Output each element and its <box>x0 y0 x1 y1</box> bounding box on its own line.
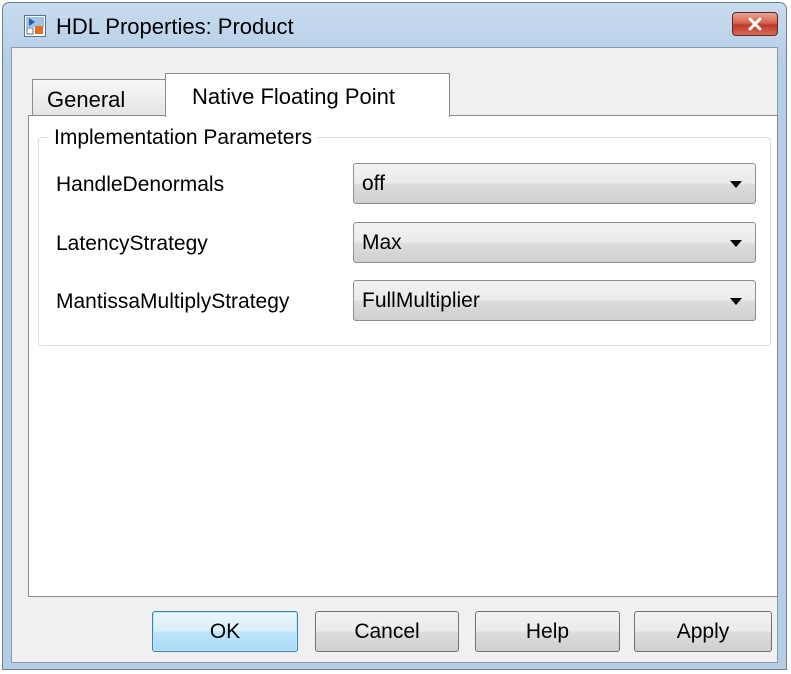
window-title: HDL Properties: Product <box>56 14 294 39</box>
implementation-parameters-group: Implementation Parameters HandleDenormal… <box>38 126 771 346</box>
title-bar[interactable]: HDL Properties: Product <box>3 3 786 47</box>
dialog-window: HDL Properties: Product General Native F… <box>2 2 787 670</box>
tab-native-floating-point[interactable]: Native Floating Point <box>165 73 450 117</box>
handle-denormals-select[interactable]: off <box>353 163 756 204</box>
simulink-block-icon <box>24 15 46 37</box>
tab-general-label: General <box>47 87 126 112</box>
chevron-down-icon <box>730 240 742 247</box>
handle-denormals-label: HandleDenormals <box>56 173 225 196</box>
ok-button[interactable]: OK <box>152 611 298 652</box>
handle-denormals-value: off <box>362 172 385 195</box>
dialog-client-area: General Native Floating Point Implementa… <box>11 47 778 663</box>
close-button[interactable] <box>732 12 778 36</box>
mantissa-multiply-strategy-label: MantissaMultiplyStrategy <box>56 290 290 313</box>
tab-panel: Implementation Parameters HandleDenormal… <box>28 115 778 597</box>
mantissa-multiply-strategy-select[interactable]: FullMultiplier <box>353 280 756 321</box>
group-title: Implementation Parameters <box>49 126 317 150</box>
chevron-down-icon <box>730 298 742 305</box>
help-button[interactable]: Help <box>475 611 620 652</box>
tab-native-floating-point-label: Native Floating Point <box>192 84 395 109</box>
chevron-down-icon <box>730 181 742 188</box>
tab-general[interactable]: General <box>32 79 166 116</box>
latency-strategy-select[interactable]: Max <box>353 222 756 263</box>
close-icon <box>748 17 762 31</box>
mantissa-multiply-strategy-value: FullMultiplier <box>362 289 480 312</box>
latency-strategy-value: Max <box>362 231 402 254</box>
latency-strategy-label: LatencyStrategy <box>56 232 208 255</box>
cancel-button[interactable]: Cancel <box>315 611 459 652</box>
apply-button[interactable]: Apply <box>634 611 772 652</box>
